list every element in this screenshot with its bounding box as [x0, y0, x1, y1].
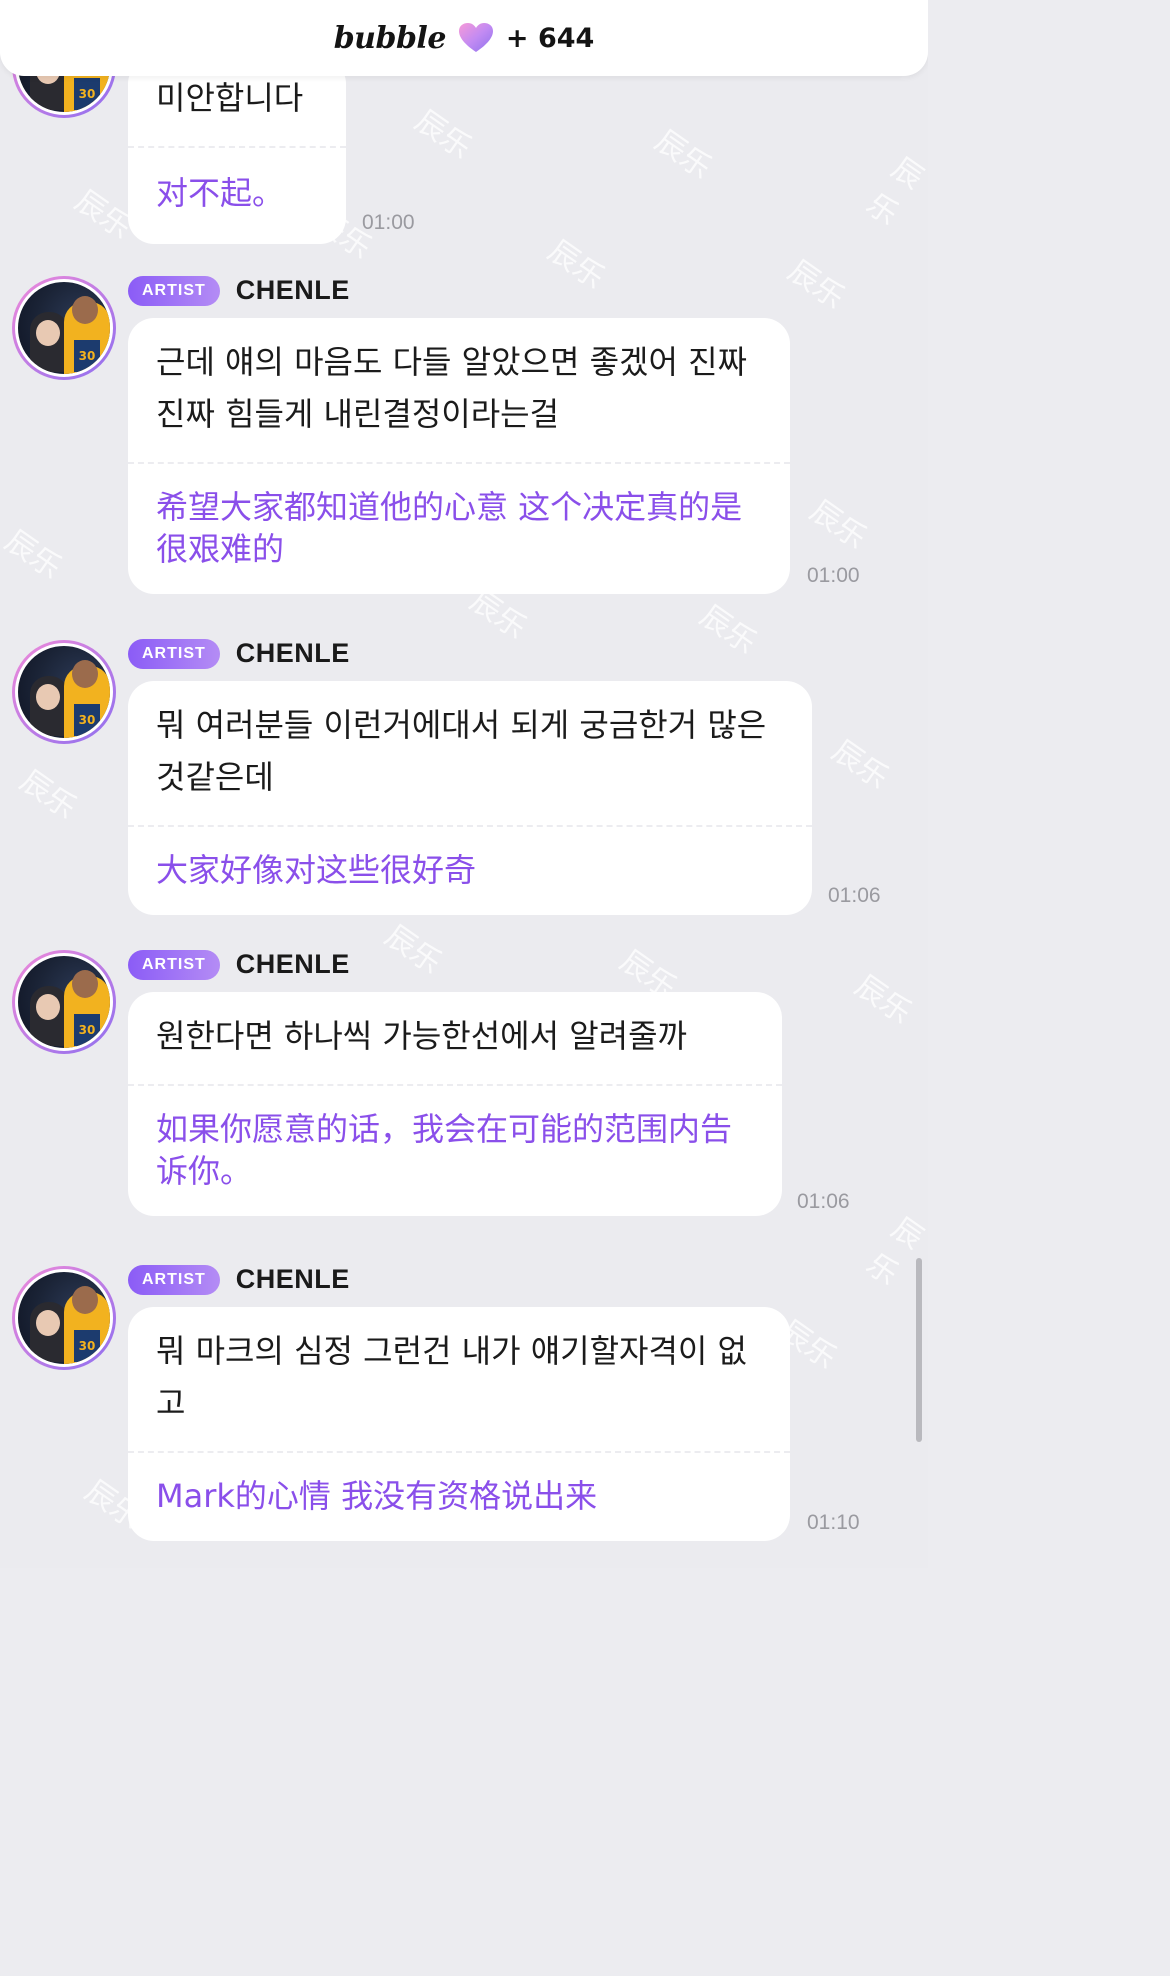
artist-badge: ARTIST [128, 949, 220, 980]
avatar[interactable]: 30 [12, 1266, 116, 1370]
scrollbar[interactable] [916, 1258, 922, 1442]
app-header: bubble + 644 [0, 0, 928, 76]
message-korean: 뭐 마크의 심정 그런건 내가 얘기할자격이 없고 [156, 1332, 747, 1422]
message-bubble[interactable]: 뭐 마크의 심정 그런건 내가 얘기할자격이 없고 Mark的心情 我没有资格说… [128, 1307, 790, 1541]
message-bubble[interactable]: 미안합니다 对不起。 [128, 58, 346, 244]
sender-name[interactable]: CHENLE [236, 949, 350, 980]
message-time: 01:00 [807, 564, 860, 587]
message-time: 01:06 [797, 1190, 850, 1213]
watermark: 辰乐 [859, 150, 928, 233]
message-bubble[interactable]: 뭐 여러분들 이런거에대서 되게 궁금한거 많은것같은데 大家好像对这些很好奇 [128, 681, 812, 915]
watermark: 辰乐 [803, 493, 873, 557]
message-chinese: 如果你愿意的话，我会在可能的范围内告诉你。 [156, 1110, 733, 1190]
watermark: 辰乐 [0, 523, 68, 587]
artist-badge: ARTIST [128, 275, 220, 306]
watermark: 辰乐 [825, 733, 895, 797]
watermark: 辰乐 [408, 103, 478, 167]
sender-name[interactable]: CHENLE [236, 1264, 350, 1295]
watermark: 辰乐 [13, 763, 83, 827]
watermark: 辰乐 [648, 123, 718, 187]
message-korean: 원한다면 하나씩 가능한선에서 알려줄까 [156, 1017, 687, 1055]
watermark: 辰乐 [693, 598, 763, 662]
watermark: 辰乐 [541, 233, 611, 297]
heart-count: + 644 [505, 22, 595, 54]
artist-badge: ARTIST [128, 1264, 220, 1295]
sender-row: ARTIST CHENLE [128, 949, 350, 980]
watermark: 辰乐 [378, 918, 448, 982]
message-chinese: Mark的心情 我没有资格说出来 [156, 1477, 598, 1515]
message-chinese: 对不起。 [156, 174, 285, 212]
watermark: 辰乐 [781, 253, 851, 317]
avatar[interactable]: 30 [12, 640, 116, 744]
avatar[interactable]: 30 [12, 276, 116, 380]
sender-name[interactable]: CHENLE [236, 275, 350, 306]
message-bubble[interactable]: 원한다면 하나씩 가능한선에서 알려줄까 如果你愿意的话，我会在可能的范围内告诉… [128, 992, 782, 1216]
chat-screen: bubble + 644 30 미안합니다 对不起。 01:00 30 ARTI… [0, 0, 928, 1568]
message-time: 01:10 [807, 1511, 860, 1534]
sender-name[interactable]: CHENLE [236, 638, 350, 669]
message-korean: 뭐 여러분들 이런거에대서 되게 궁금한거 많은것같은데 [156, 706, 767, 796]
sender-row: ARTIST CHENLE [128, 1264, 350, 1295]
message-time: 01:06 [828, 884, 881, 907]
message-korean: 근데 얘의 마음도 다들 알았으면 좋겠어 진짜 진짜 힘들게 내린결정이라는걸 [156, 343, 747, 433]
watermark: 辰乐 [848, 968, 918, 1032]
message-chinese: 希望大家都知道他的心意 这个决定真的是很艰难的 [156, 488, 743, 568]
sender-row: ARTIST CHENLE [128, 275, 350, 306]
message-chinese: 大家好像对这些很好奇 [156, 851, 477, 889]
avatar[interactable]: 30 [12, 950, 116, 1054]
artist-badge: ARTIST [128, 638, 220, 669]
message-bubble[interactable]: 근데 얘의 마음도 다들 알았으면 좋겠어 진짜 진짜 힘들게 내린결정이라는걸… [128, 318, 790, 594]
brand-logo: bubble [333, 20, 447, 56]
heart-icon [458, 23, 493, 52]
message-time: 01:00 [362, 211, 415, 234]
sender-row: ARTIST CHENLE [128, 638, 350, 669]
